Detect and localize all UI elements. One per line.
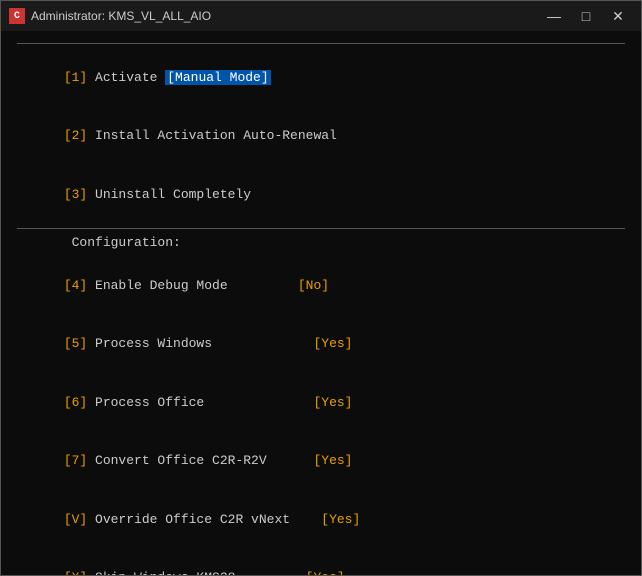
value-6: [Yes] bbox=[313, 395, 352, 410]
label-7: Convert Office C2R-R2V bbox=[87, 453, 266, 468]
label-v: Override Office C2R vNext bbox=[87, 512, 290, 527]
label-3: Uninstall Completely bbox=[87, 187, 251, 202]
key-6: [6] bbox=[64, 395, 87, 410]
value-v: [Yes] bbox=[321, 512, 360, 527]
label-5: Process Windows bbox=[87, 336, 212, 351]
menu-item-4: [4] Enable Debug Mode [No] bbox=[17, 256, 625, 315]
key-x: [X] bbox=[64, 570, 87, 575]
close-button[interactable]: ✕ bbox=[603, 5, 633, 27]
minimize-button[interactable]: — bbox=[539, 5, 569, 27]
label-x: Skip Windows KMS38 bbox=[87, 570, 235, 575]
menu-item-3: [3] Uninstall Completely bbox=[17, 165, 625, 224]
key-2: [2] bbox=[64, 128, 87, 143]
menu-item-5: [5] Process Windows [Yes] bbox=[17, 315, 625, 374]
value-4: [No] bbox=[298, 278, 329, 293]
key-4: [4] bbox=[64, 278, 87, 293]
title-bar: C Administrator: KMS_VL_ALL_AIO — □ ✕ bbox=[1, 1, 641, 31]
menu-item-1: [1] Activate [Manual Mode] bbox=[17, 48, 625, 107]
value-7: [Yes] bbox=[313, 453, 352, 468]
label-4: Enable Debug Mode bbox=[87, 278, 227, 293]
app-icon: C bbox=[9, 8, 25, 24]
window: C Administrator: KMS_VL_ALL_AIO — □ ✕ [1… bbox=[0, 0, 642, 576]
menu-item-2: [2] Install Activation Auto-Renewal bbox=[17, 107, 625, 166]
key-7: [7] bbox=[64, 453, 87, 468]
key-1: [1] bbox=[64, 70, 87, 85]
divider-1 bbox=[17, 228, 625, 229]
highlight-1: [Manual Mode] bbox=[165, 70, 270, 85]
label-1: Activate bbox=[87, 70, 165, 85]
maximize-button[interactable]: □ bbox=[571, 5, 601, 27]
value-5: [Yes] bbox=[313, 336, 352, 351]
menu-item-6: [6] Process Office [Yes] bbox=[17, 373, 625, 432]
window-title: Administrator: KMS_VL_ALL_AIO bbox=[31, 9, 211, 23]
label-2: Install Activation Auto-Renewal bbox=[87, 128, 337, 143]
terminal-content: [1] Activate [Manual Mode] [2] Install A… bbox=[1, 31, 641, 575]
menu-item-x: [X] Skip Windows KMS38 [Yes] bbox=[17, 549, 625, 576]
key-5: [5] bbox=[64, 336, 87, 351]
menu-item-v: [V] Override Office C2R vNext [Yes] bbox=[17, 490, 625, 549]
section-config: Configuration: bbox=[17, 233, 625, 253]
label-6: Process Office bbox=[87, 395, 204, 410]
value-x: [Yes] bbox=[306, 570, 345, 575]
window-controls: — □ ✕ bbox=[539, 5, 633, 27]
menu-item-7: [7] Convert Office C2R-R2V [Yes] bbox=[17, 432, 625, 491]
title-bar-left: C Administrator: KMS_VL_ALL_AIO bbox=[9, 8, 211, 24]
key-3: [3] bbox=[64, 187, 87, 202]
key-v: [V] bbox=[64, 512, 87, 527]
top-divider bbox=[17, 43, 625, 44]
